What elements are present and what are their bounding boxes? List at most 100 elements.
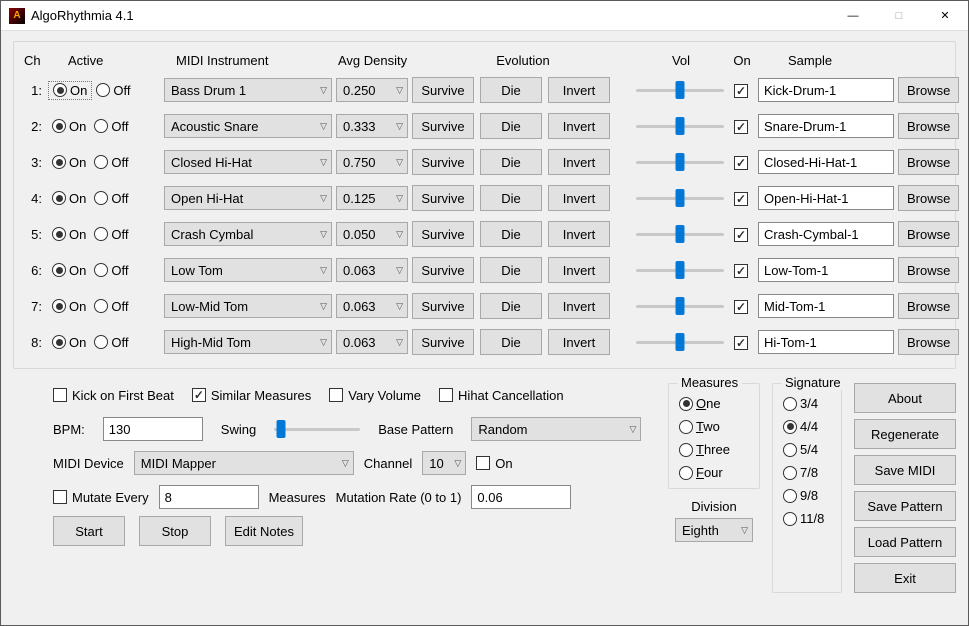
signature-radio[interactable]: 7/8 bbox=[783, 465, 831, 480]
active-off-radio[interactable]: Off bbox=[90, 190, 132, 207]
survive-button[interactable]: Survive bbox=[412, 77, 474, 103]
volume-slider[interactable] bbox=[636, 152, 724, 172]
minimize-button[interactable]: — bbox=[830, 1, 876, 31]
active-off-radio[interactable]: Off bbox=[90, 262, 132, 279]
exit-button[interactable]: Exit bbox=[854, 563, 956, 593]
signature-radio[interactable]: 9/8 bbox=[783, 488, 831, 503]
regenerate-button[interactable]: Regenerate bbox=[854, 419, 956, 449]
survive-button[interactable]: Survive bbox=[412, 293, 474, 319]
sample-on-checkbox[interactable] bbox=[734, 264, 748, 278]
browse-button[interactable]: Browse bbox=[898, 293, 959, 319]
survive-button[interactable]: Survive bbox=[412, 257, 474, 283]
swing-slider[interactable] bbox=[274, 419, 360, 439]
invert-button[interactable]: Invert bbox=[548, 113, 610, 139]
browse-button[interactable]: Browse bbox=[898, 257, 959, 283]
maximize-button[interactable]: □ bbox=[876, 1, 922, 31]
instrument-dropdown[interactable]: Acoustic Snare▽ bbox=[164, 114, 332, 138]
active-on-radio[interactable]: On bbox=[48, 262, 90, 279]
volume-slider[interactable] bbox=[636, 224, 724, 244]
sample-input[interactable]: Closed-Hi-Hat-1 bbox=[758, 150, 894, 174]
volume-slider[interactable] bbox=[636, 116, 724, 136]
instrument-dropdown[interactable]: Low-Mid Tom▽ bbox=[164, 294, 332, 318]
survive-button[interactable]: Survive bbox=[412, 221, 474, 247]
kick-first-checkbox[interactable]: Kick on First Beat bbox=[53, 388, 174, 403]
measures-radio[interactable]: One bbox=[679, 396, 749, 411]
die-button[interactable]: Die bbox=[480, 113, 542, 139]
about-button[interactable]: About bbox=[854, 383, 956, 413]
volume-slider[interactable] bbox=[636, 332, 724, 352]
signature-radio[interactable]: 4/4 bbox=[783, 419, 831, 434]
volume-slider[interactable] bbox=[636, 296, 724, 316]
die-button[interactable]: Die bbox=[480, 257, 542, 283]
browse-button[interactable]: Browse bbox=[898, 329, 959, 355]
measures-radio[interactable]: Four bbox=[679, 465, 749, 480]
sample-on-checkbox[interactable] bbox=[734, 228, 748, 242]
sample-input[interactable]: Open-Hi-Hat-1 bbox=[758, 186, 894, 210]
volume-slider[interactable] bbox=[636, 260, 724, 280]
sample-input[interactable]: Kick-Drum-1 bbox=[758, 78, 894, 102]
survive-button[interactable]: Survive bbox=[412, 113, 474, 139]
division-dropdown[interactable]: Eighth▽ bbox=[675, 518, 753, 542]
sample-input[interactable]: Crash-Cymbal-1 bbox=[758, 222, 894, 246]
survive-button[interactable]: Survive bbox=[412, 329, 474, 355]
instrument-dropdown[interactable]: Low Tom▽ bbox=[164, 258, 332, 282]
sample-input[interactable]: Low-Tom-1 bbox=[758, 258, 894, 282]
active-off-radio[interactable]: Off bbox=[90, 226, 132, 243]
browse-button[interactable]: Browse bbox=[898, 221, 959, 247]
active-on-radio[interactable]: On bbox=[48, 190, 90, 207]
invert-button[interactable]: Invert bbox=[548, 149, 610, 175]
die-button[interactable]: Die bbox=[480, 77, 542, 103]
sample-on-checkbox[interactable] bbox=[734, 300, 748, 314]
invert-button[interactable]: Invert bbox=[548, 329, 610, 355]
invert-button[interactable]: Invert bbox=[548, 221, 610, 247]
volume-slider[interactable] bbox=[636, 80, 724, 100]
density-dropdown[interactable]: 0.125▽ bbox=[336, 186, 408, 210]
invert-button[interactable]: Invert bbox=[548, 257, 610, 283]
save-pattern-button[interactable]: Save Pattern bbox=[854, 491, 956, 521]
basepattern-dropdown[interactable]: Random▽ bbox=[471, 417, 641, 441]
close-button[interactable]: ✕ bbox=[922, 1, 968, 31]
load-pattern-button[interactable]: Load Pattern bbox=[854, 527, 956, 557]
sample-on-checkbox[interactable] bbox=[734, 192, 748, 206]
active-on-radio[interactable]: On bbox=[48, 298, 90, 315]
survive-button[interactable]: Survive bbox=[412, 149, 474, 175]
signature-radio[interactable]: 5/4 bbox=[783, 442, 831, 457]
die-button[interactable]: Die bbox=[480, 221, 542, 247]
density-dropdown[interactable]: 0.333▽ bbox=[336, 114, 408, 138]
survive-button[interactable]: Survive bbox=[412, 185, 474, 211]
browse-button[interactable]: Browse bbox=[898, 149, 959, 175]
invert-button[interactable]: Invert bbox=[548, 77, 610, 103]
browse-button[interactable]: Browse bbox=[898, 113, 959, 139]
volume-slider[interactable] bbox=[636, 188, 724, 208]
mutate-every-checkbox[interactable]: Mutate Every bbox=[53, 490, 149, 505]
sample-input[interactable]: Hi-Tom-1 bbox=[758, 330, 894, 354]
sample-input[interactable]: Snare-Drum-1 bbox=[758, 114, 894, 138]
density-dropdown[interactable]: 0.250▽ bbox=[336, 78, 408, 102]
density-dropdown[interactable]: 0.063▽ bbox=[336, 294, 408, 318]
browse-button[interactable]: Browse bbox=[898, 185, 959, 211]
browse-button[interactable]: Browse bbox=[898, 77, 959, 103]
signature-radio[interactable]: 3/4 bbox=[783, 396, 831, 411]
channel-on-checkbox[interactable]: On bbox=[476, 456, 512, 471]
instrument-dropdown[interactable]: Closed Hi-Hat▽ bbox=[164, 150, 332, 174]
density-dropdown[interactable]: 0.050▽ bbox=[336, 222, 408, 246]
edit-notes-button[interactable]: Edit Notes bbox=[225, 516, 303, 546]
bpm-input[interactable]: 130 bbox=[103, 417, 203, 441]
die-button[interactable]: Die bbox=[480, 293, 542, 319]
active-off-radio[interactable]: Off bbox=[90, 154, 132, 171]
instrument-dropdown[interactable]: Crash Cymbal▽ bbox=[164, 222, 332, 246]
hihat-cancel-checkbox[interactable]: Hihat Cancellation bbox=[439, 388, 564, 403]
mutate-every-input[interactable]: 8 bbox=[159, 485, 259, 509]
start-button[interactable]: Start bbox=[53, 516, 125, 546]
stop-button[interactable]: Stop bbox=[139, 516, 211, 546]
active-on-radio[interactable]: On bbox=[48, 118, 90, 135]
active-on-radio[interactable]: On bbox=[48, 226, 90, 243]
instrument-dropdown[interactable]: High-Mid Tom▽ bbox=[164, 330, 332, 354]
signature-radio[interactable]: 11/8 bbox=[783, 511, 831, 526]
channel-dropdown[interactable]: 10▽ bbox=[422, 451, 466, 475]
active-off-radio[interactable]: Off bbox=[90, 298, 132, 315]
active-on-radio[interactable]: On bbox=[48, 81, 92, 100]
die-button[interactable]: Die bbox=[480, 185, 542, 211]
measures-radio[interactable]: Three bbox=[679, 442, 749, 457]
active-off-radio[interactable]: Off bbox=[90, 118, 132, 135]
